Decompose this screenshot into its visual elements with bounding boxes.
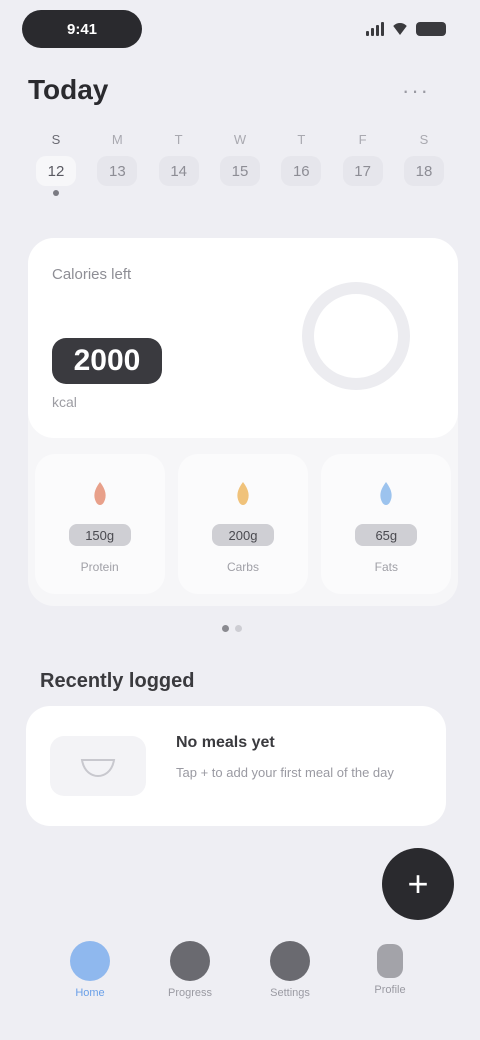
day-name: T <box>174 132 183 147</box>
day-number: 18 <box>403 156 444 186</box>
macro-name: Fats <box>374 560 398 574</box>
add-meal-button[interactable]: + <box>382 848 454 920</box>
calories-panel: Calories left 2000 kcal <box>28 238 458 438</box>
calories-value: 2000 <box>52 338 162 384</box>
day-number: 14 <box>158 156 199 186</box>
page-indicator[interactable] <box>222 625 242 632</box>
tab-label: Progress <box>167 987 213 999</box>
tab-bar: Home Progress Settings Profile <box>40 930 440 1010</box>
day-5[interactable]: F 17 <box>337 132 389 202</box>
tab-profile[interactable]: Profile <box>350 944 430 996</box>
macro-value: 65g <box>355 524 418 546</box>
day-name: M <box>111 132 123 147</box>
day-name: F <box>358 132 367 147</box>
day-number: 17 <box>342 156 383 186</box>
macro-value: 200g <box>211 524 274 546</box>
calories-label: Calories left <box>52 266 132 283</box>
recent-description: Tap + to add your first meal of the day <box>176 765 394 780</box>
day-name: T <box>297 132 306 147</box>
battery-icon <box>416 22 446 36</box>
tab-home[interactable]: Home <box>50 941 130 999</box>
summary-card[interactable]: Calories left 2000 kcal 150g Protein 200… <box>28 238 458 606</box>
page-dot-active <box>222 625 229 632</box>
day-4[interactable]: T 16 <box>275 132 327 202</box>
macro-name: Carbs <box>226 560 259 574</box>
person-icon <box>377 944 403 978</box>
tab-progress[interactable]: Progress <box>150 941 230 999</box>
app-screen: 9:41 Today ··· S 12 M 13 T 14 W 15 T 16 … <box>0 0 480 1040</box>
macros-row: 150g Protein 200g Carbs 65g Fats <box>28 454 458 604</box>
status-icons <box>366 18 446 40</box>
bowl-icon <box>80 759 116 778</box>
day-3[interactable]: W 15 <box>214 132 266 202</box>
day-0[interactable]: S 12 <box>30 132 82 202</box>
day-name: S <box>419 132 429 147</box>
page-dot <box>235 625 242 632</box>
section-title: Recently logged <box>40 670 195 692</box>
day-2[interactable]: T 14 <box>153 132 205 202</box>
day-number: 13 <box>97 156 138 186</box>
fats-icon <box>380 482 392 505</box>
page-title: Today <box>28 74 109 105</box>
tab-label: Home <box>75 987 105 999</box>
macro-protein[interactable]: 150g Protein <box>34 454 165 594</box>
macro-fats[interactable]: 65g Fats <box>321 454 452 594</box>
day-number: 16 <box>281 156 322 186</box>
wifi-icon <box>391 23 409 35</box>
day-number: 15 <box>219 156 260 186</box>
status-time: 9:41 <box>22 10 142 48</box>
home-icon <box>70 941 110 981</box>
day-6[interactable]: S 18 <box>398 132 450 202</box>
week-strip: S 12 M 13 T 14 W 15 T 16 F 17 S 18 <box>30 132 450 202</box>
protein-icon <box>94 482 106 505</box>
signal-icon <box>366 22 384 36</box>
calories-ring-icon <box>302 282 410 390</box>
tab-label: Profile <box>374 984 406 996</box>
carbs-icon <box>237 482 249 505</box>
macro-name: Protein <box>80 560 119 574</box>
more-button[interactable]: ··· <box>402 78 430 104</box>
macro-carbs[interactable]: 200g Carbs <box>177 454 308 594</box>
recent-card[interactable]: No meals yet Tap + to add your first mea… <box>26 706 446 826</box>
day-name: W <box>233 132 247 147</box>
food-thumbnail <box>50 736 146 796</box>
gear-icon <box>270 941 310 981</box>
chart-icon <box>170 941 210 981</box>
day-1[interactable]: M 13 <box>91 132 143 202</box>
day-number: 12 <box>36 156 76 186</box>
macro-value: 150g <box>68 524 131 546</box>
calories-unit: kcal <box>52 394 77 410</box>
recent-title: No meals yet <box>176 734 275 751</box>
tab-settings[interactable]: Settings <box>250 941 330 999</box>
tab-label: Settings <box>270 987 310 999</box>
selected-dot <box>53 190 59 196</box>
day-name: S <box>51 132 61 147</box>
